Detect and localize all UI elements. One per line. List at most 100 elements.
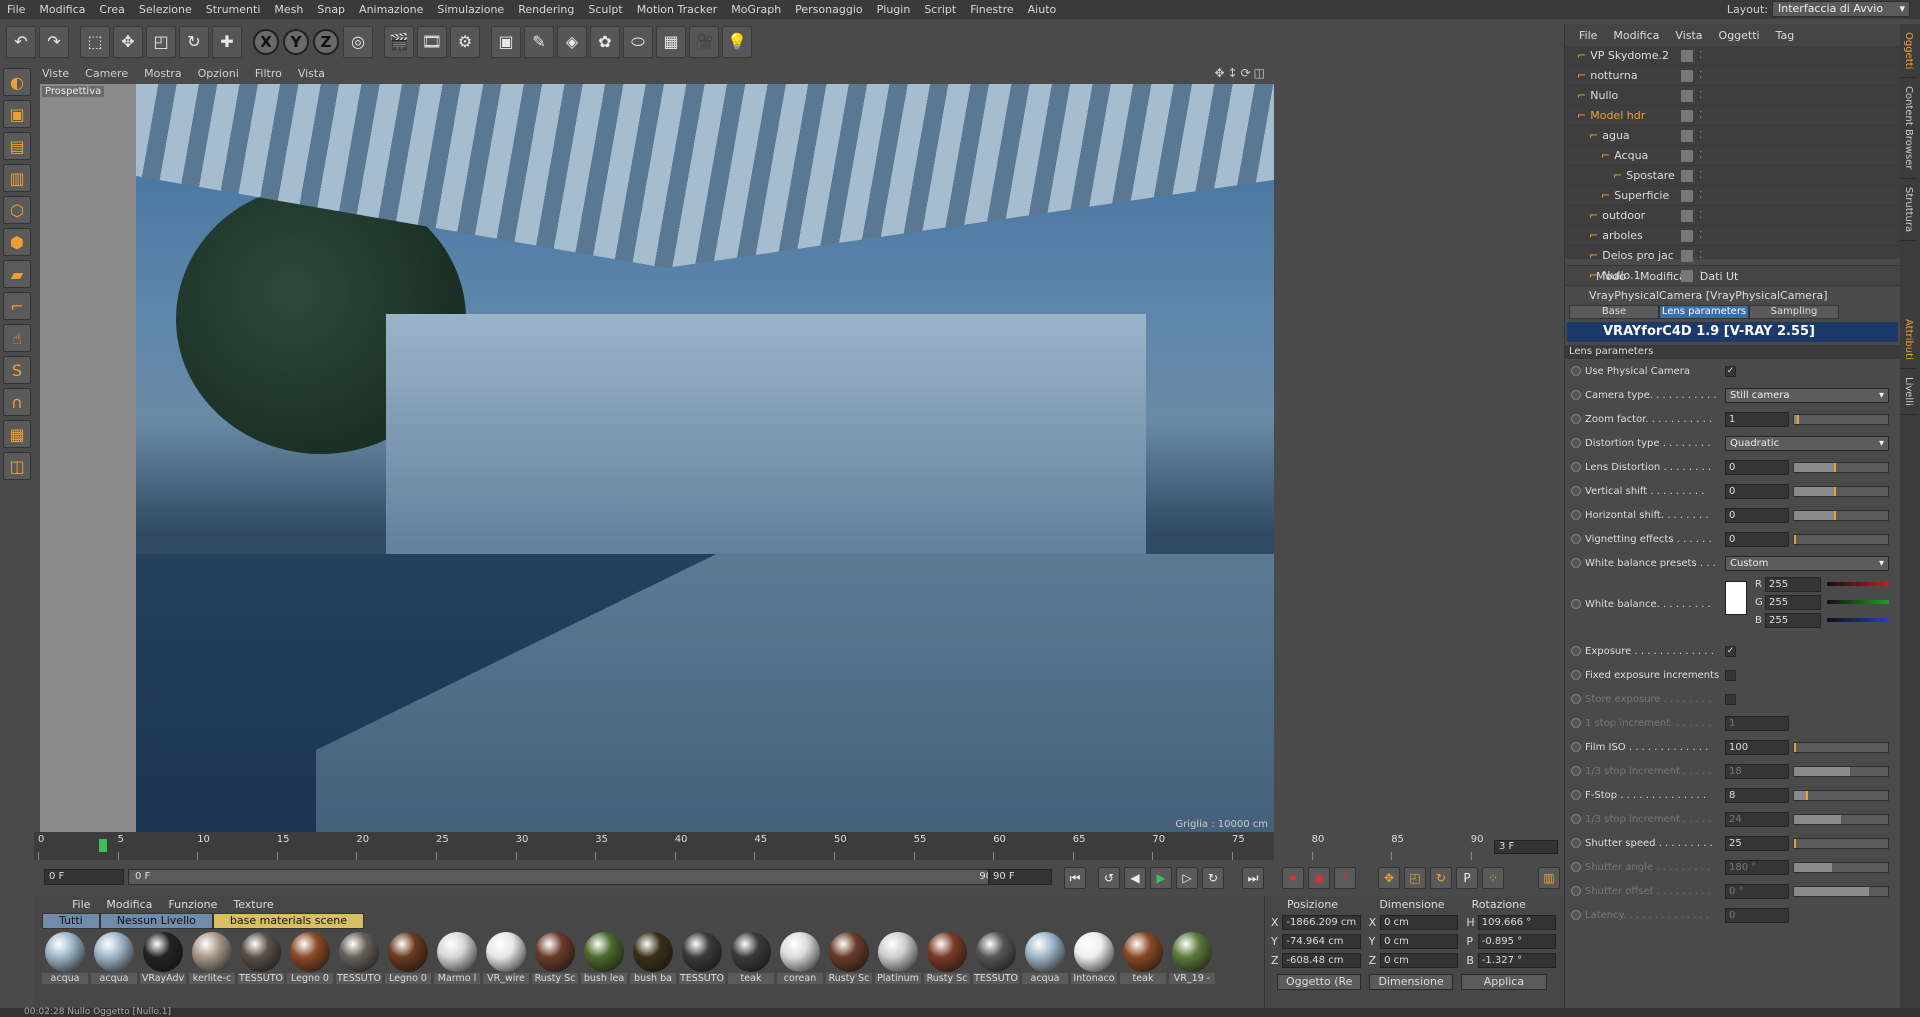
key-rotation-icon[interactable]: ↻: [1430, 867, 1452, 889]
subdivision-icon[interactable]: ◈: [557, 25, 587, 58]
menu-item[interactable]: Plugin: [870, 0, 918, 19]
visibility-dots[interactable]: ⁚: [1699, 170, 1702, 181]
material-menu-item[interactable]: File: [64, 898, 98, 911]
animate-radio[interactable]: [1571, 910, 1581, 920]
frame-range-slider[interactable]: 0 F 90 F: [128, 869, 1008, 885]
visibility-dots[interactable]: ⁚: [1699, 230, 1702, 241]
parameter-value[interactable]: 0: [1725, 531, 1789, 547]
key-pla-icon[interactable]: ⁘: [1482, 867, 1504, 889]
material-swatch[interactable]: Marmo l: [434, 932, 480, 984]
material-swatch[interactable]: VR_wire: [483, 932, 529, 984]
viewport-menu-item[interactable]: Mostra: [136, 67, 190, 80]
layer-flag[interactable]: [1681, 229, 1693, 242]
parameter-value[interactable]: 8: [1725, 787, 1789, 803]
add-tool-icon[interactable]: ✚: [212, 25, 242, 58]
playhead[interactable]: [99, 839, 107, 852]
y-axis-toggle[interactable]: Y: [283, 28, 309, 55]
polygons-mode-icon[interactable]: ▰: [3, 260, 31, 288]
side-tab[interactable]: Oggetti: [1900, 24, 1917, 79]
rotation-field[interactable]: 109.666 °: [1477, 915, 1557, 930]
g-channel-value[interactable]: 255: [1765, 595, 1821, 610]
visibility-dots[interactable]: ⁚: [1699, 110, 1702, 121]
array-icon[interactable]: ✿: [590, 25, 620, 58]
dimension-field[interactable]: 0 cm: [1380, 953, 1459, 968]
viewport-menu-item[interactable]: Viste: [34, 67, 77, 80]
animate-radio[interactable]: [1571, 718, 1581, 728]
prev-key-icon[interactable]: ↺: [1098, 867, 1120, 889]
material-swatch[interactable]: acqua: [91, 932, 137, 984]
object-menu-item[interactable]: Modifica: [1605, 29, 1667, 42]
b-channel-slider[interactable]: [1827, 618, 1889, 622]
material-swatch[interactable]: VRayAdv: [140, 932, 186, 984]
object-row[interactable]: ⌐ arboles ⁚: [1565, 226, 1900, 246]
animate-radio[interactable]: [1571, 534, 1581, 544]
coordinate-system-icon[interactable]: ◎: [343, 25, 373, 58]
material-swatch[interactable]: Platinum: [875, 932, 921, 984]
layer-flag[interactable]: [1681, 109, 1693, 122]
parameter-slider[interactable]: [1793, 837, 1889, 849]
layer-flag[interactable]: [1681, 269, 1693, 282]
visibility-dots[interactable]: ⁚: [1699, 50, 1702, 61]
move-icon[interactable]: ✥: [113, 25, 143, 58]
viewport-nav-icons[interactable]: ✥↕⟳◫: [1214, 66, 1268, 80]
coordinate-mode-dropdown[interactable]: Oggetto (Re: [1277, 974, 1362, 990]
parameter-value[interactable]: 100: [1725, 739, 1789, 755]
apply-button[interactable]: Applica: [1460, 974, 1548, 990]
parameter-dropdown[interactable]: Still camera: [1725, 387, 1889, 403]
menu-item[interactable]: File: [0, 0, 32, 19]
menu-item[interactable]: Aiuto: [1021, 0, 1064, 19]
animate-radio[interactable]: [1571, 814, 1581, 824]
record-icon[interactable]: ⏺: [1282, 867, 1304, 889]
tweak-icon[interactable]: ☝: [3, 324, 31, 352]
menu-item[interactable]: Animazione: [352, 0, 430, 19]
material-tab[interactable]: base materials scene: [212, 913, 365, 929]
live-selection-icon[interactable]: ⬚: [80, 25, 110, 58]
side-tab[interactable]: Struttura: [1900, 179, 1917, 241]
render-view-icon[interactable]: 🎬: [384, 25, 414, 58]
lock-workplane-icon[interactable]: ▦: [3, 420, 31, 448]
material-swatch[interactable]: Intonaco: [1071, 932, 1117, 984]
planar-workplane-icon[interactable]: ◫: [3, 452, 31, 480]
redo-icon[interactable]: ↷: [39, 25, 69, 58]
animate-radio[interactable]: [1571, 510, 1581, 520]
object-row[interactable]: ⌐ Acqua ⁚: [1565, 146, 1900, 166]
next-key-icon[interactable]: ↻: [1202, 867, 1224, 889]
menu-item[interactable]: Sculpt: [581, 0, 629, 19]
viewport-menu-item[interactable]: Opzioni: [190, 67, 247, 80]
material-swatch[interactable]: kerlite-c: [189, 932, 235, 984]
viewport[interactable]: Prospettiva Griglia : 10000 cm: [40, 84, 1274, 832]
position-field[interactable]: -608.48 cm: [1282, 953, 1361, 968]
object-menu-item[interactable]: Oggetti: [1711, 29, 1768, 42]
parameter-value[interactable]: 25: [1725, 835, 1789, 851]
menu-item[interactable]: Finestre: [963, 0, 1020, 19]
object-menu-item[interactable]: File: [1571, 29, 1605, 42]
material-menu-item[interactable]: Texture: [225, 898, 281, 911]
animate-radio[interactable]: [1571, 838, 1581, 848]
visibility-dots[interactable]: ⁚: [1699, 210, 1702, 221]
auto-key-icon[interactable]: ◉: [1308, 867, 1330, 889]
object-row[interactable]: ⌐ agua ⁚: [1565, 126, 1900, 146]
keyframe-selection-icon[interactable]: ?: [1334, 867, 1356, 889]
model-mode-icon[interactable]: ▣: [3, 100, 31, 128]
animate-radio[interactable]: [1571, 366, 1581, 376]
undo-icon[interactable]: ↶: [6, 25, 36, 58]
visibility-dots[interactable]: ⁚: [1699, 190, 1702, 201]
parameter-slider[interactable]: [1793, 413, 1889, 425]
light-icon[interactable]: 💡: [722, 25, 752, 58]
animate-radio[interactable]: [1571, 862, 1581, 872]
animate-radio[interactable]: [1571, 390, 1581, 400]
parameter-value[interactable]: 1: [1725, 411, 1789, 427]
animate-radio[interactable]: [1571, 790, 1581, 800]
parameter-value[interactable]: 0: [1725, 459, 1789, 475]
menu-item[interactable]: Snap: [310, 0, 352, 19]
material-swatch[interactable]: TESSUTO: [973, 932, 1019, 984]
parameter-dropdown[interactable]: Custom: [1725, 555, 1889, 571]
animate-radio[interactable]: [1571, 599, 1581, 609]
material-tab[interactable]: Tutti: [42, 913, 100, 929]
animate-radio[interactable]: [1571, 670, 1581, 680]
axis-mode-icon[interactable]: ⌐: [3, 292, 31, 320]
layer-flag[interactable]: [1681, 149, 1693, 162]
parameter-value[interactable]: 0: [1725, 507, 1789, 523]
attribute-tab[interactable]: Base: [1569, 305, 1659, 319]
animate-radio[interactable]: [1571, 438, 1581, 448]
